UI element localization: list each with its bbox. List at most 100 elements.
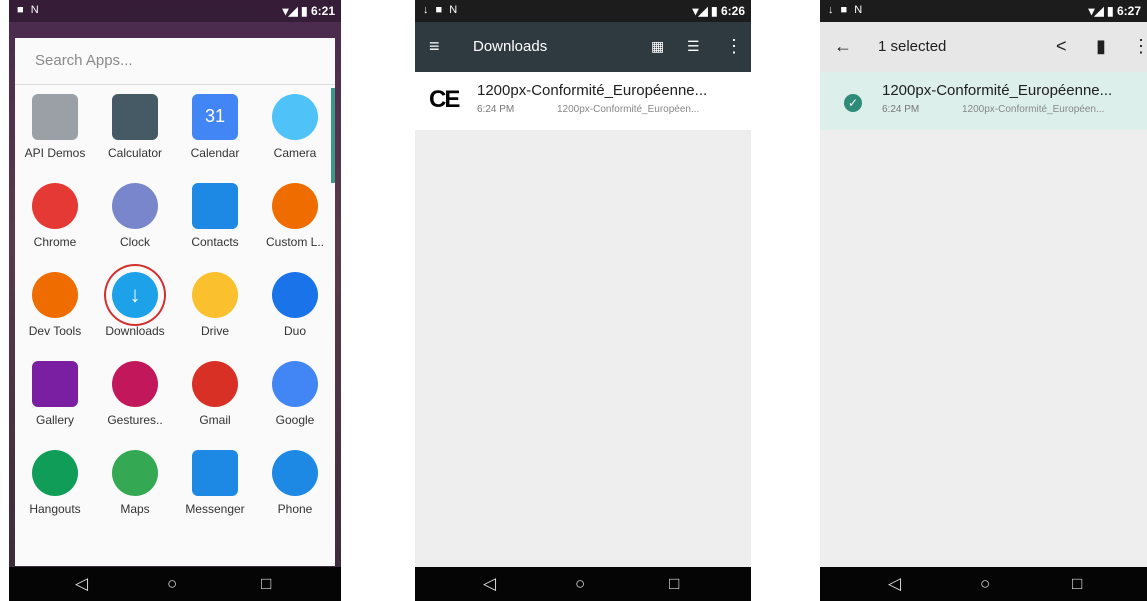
recents-icon[interactable]: □ bbox=[1072, 574, 1082, 594]
file-time: 6:24 PM bbox=[477, 104, 515, 115]
status-time: ▾◢ ▮ 6:26 bbox=[692, 4, 745, 18]
home-icon[interactable]: ○ bbox=[167, 574, 177, 594]
delete-icon[interactable]: ▮ bbox=[1096, 36, 1106, 57]
app-label: Phone bbox=[277, 502, 313, 516]
hangouts-icon bbox=[32, 450, 78, 496]
recents-icon[interactable]: □ bbox=[669, 574, 679, 594]
recents-icon[interactable]: □ bbox=[261, 574, 271, 594]
status-icons: ↓ ■ N bbox=[423, 4, 460, 16]
app-duo[interactable]: Duo bbox=[255, 264, 335, 354]
status-icons: ■ N bbox=[17, 4, 41, 16]
app-label: Downloads bbox=[105, 324, 165, 338]
app-label: Hangouts bbox=[29, 502, 81, 516]
app-google[interactable]: Google bbox=[255, 353, 335, 443]
app-calculator[interactable]: Calculator bbox=[95, 86, 175, 176]
app-label: Chrome bbox=[33, 235, 77, 249]
check-icon[interactable]: ✓ bbox=[844, 94, 862, 112]
downloads-selection-screen: ↓ ■ N ▾◢ ▮ 6:27 ← 1 selected < ▮ ⋮ ✓ 120… bbox=[820, 0, 1147, 601]
search-apps-input[interactable]: Search Apps... bbox=[15, 38, 335, 85]
downloads-screen: ↓ ■ N ▾◢ ▮ 6:26 ≡ Downloads ▦ ☰ ⋮ CE 120… bbox=[415, 0, 751, 601]
app-contacts[interactable]: Contacts bbox=[175, 175, 255, 265]
status-bar: ↓ ■ N ▾◢ ▮ 6:27 bbox=[820, 0, 1147, 22]
google-icon bbox=[272, 361, 318, 407]
app-label: Contacts bbox=[191, 235, 239, 249]
grid-view-icon[interactable]: ▦ bbox=[651, 38, 664, 55]
navigation-bar: ◁ ○ □ bbox=[820, 567, 1147, 601]
back-icon[interactable]: ◁ bbox=[75, 574, 88, 594]
more-options-icon[interactable]: ⋮ bbox=[725, 36, 743, 57]
back-arrow-icon[interactable]: ← bbox=[834, 36, 852, 57]
download-icon: ↓ bbox=[112, 272, 158, 318]
app-label: Clock bbox=[119, 235, 150, 249]
navigation-bar: ◁ ○ □ bbox=[9, 567, 341, 601]
app-label: Maps bbox=[120, 502, 150, 516]
messenger-icon bbox=[192, 450, 238, 496]
file-name: 1200px-Conformité_Européenne... bbox=[882, 82, 1113, 99]
app-maps[interactable]: Maps bbox=[95, 442, 175, 532]
file-summary: 1200px-Conformité_Européen... bbox=[962, 104, 1105, 115]
app-label: Camera bbox=[273, 146, 317, 160]
toolbar: ≡ Downloads ▦ ☰ ⋮ bbox=[415, 22, 751, 72]
gear-icon bbox=[272, 183, 318, 229]
app-drawer-screen: ■ N ▾◢ ▮ 6:21 Search Apps... API Demos Ca… bbox=[9, 0, 341, 601]
toolbar-title: Downloads bbox=[473, 38, 548, 55]
contacts-icon bbox=[192, 183, 238, 229]
app-gmail[interactable]: Gmail bbox=[175, 353, 255, 443]
status-icons: ↓ ■ N bbox=[828, 4, 865, 16]
clock-icon bbox=[112, 183, 158, 229]
app-label: Dev Tools bbox=[28, 324, 82, 338]
app-custom-l[interactable]: Custom L.. bbox=[255, 175, 335, 265]
app-calendar[interactable]: 31 Calendar bbox=[175, 86, 255, 176]
app-label: Drive bbox=[200, 324, 229, 338]
app-hangouts[interactable]: Hangouts bbox=[15, 442, 95, 532]
gallery-icon bbox=[32, 361, 78, 407]
app-label: Duo bbox=[283, 324, 306, 338]
app-api-demos[interactable]: API Demos bbox=[15, 86, 95, 176]
drive-icon bbox=[192, 272, 238, 318]
menu-icon[interactable]: ≡ bbox=[429, 36, 440, 57]
calendar-icon: 31 bbox=[192, 94, 238, 140]
file-summary: 1200px-Conformité_Européen... bbox=[557, 104, 700, 115]
app-label: Messenger bbox=[185, 502, 245, 516]
phone-icon bbox=[272, 450, 318, 496]
app-gallery[interactable]: Gallery bbox=[15, 353, 95, 443]
maps-icon bbox=[112, 450, 158, 496]
back-icon[interactable]: ◁ bbox=[483, 574, 496, 594]
app-chrome[interactable]: Chrome bbox=[15, 175, 95, 265]
file-list-item[interactable]: CE 1200px-Conformité_Européenne... 6:24 … bbox=[415, 72, 751, 130]
app-label: Google bbox=[275, 413, 315, 427]
calculator-icon bbox=[112, 94, 158, 140]
selection-toolbar: ← 1 selected < ▮ ⋮ bbox=[820, 22, 1147, 72]
app-drive[interactable]: Drive bbox=[175, 264, 255, 354]
app-label: Gmail bbox=[199, 413, 231, 427]
file-time: 6:24 PM bbox=[882, 104, 920, 115]
status-bar: ■ N ▾◢ ▮ 6:21 bbox=[9, 0, 341, 22]
app-label: Custom L.. bbox=[265, 235, 325, 249]
status-time: ▾◢ ▮ 6:27 bbox=[1088, 4, 1141, 18]
app-gestures[interactable]: Gestures.. bbox=[95, 353, 175, 443]
file-name: 1200px-Conformité_Européenne... bbox=[477, 82, 708, 99]
back-icon[interactable]: ◁ bbox=[888, 574, 901, 594]
app-camera[interactable]: Camera bbox=[255, 86, 335, 176]
app-drawer: Search Apps... API Demos Calculator 31 Cale… bbox=[15, 38, 335, 566]
share-icon[interactable]: < bbox=[1056, 36, 1067, 57]
more-options-icon[interactable]: ⋮ bbox=[1132, 36, 1147, 57]
home-icon[interactable]: ○ bbox=[575, 574, 585, 594]
dev-tools-gear-icon bbox=[32, 272, 78, 318]
app-clock[interactable]: Clock bbox=[95, 175, 175, 265]
sort-icon[interactable]: ☰ bbox=[687, 38, 700, 55]
home-icon[interactable]: ○ bbox=[980, 574, 990, 594]
gestures-icon bbox=[112, 361, 158, 407]
calendar-date: 31 bbox=[204, 106, 226, 126]
download-arrow-icon: ↓ bbox=[129, 282, 141, 307]
file-list-item-selected[interactable]: ✓ 1200px-Conformité_Européenne... 6:24 P… bbox=[820, 72, 1147, 130]
app-phone[interactable]: Phone bbox=[255, 442, 335, 532]
app-messenger[interactable]: Messenger bbox=[175, 442, 255, 532]
navigation-bar: ◁ ○ □ bbox=[415, 567, 751, 601]
app-dev-tools[interactable]: Dev Tools bbox=[15, 264, 95, 354]
search-placeholder: Search Apps... bbox=[35, 52, 133, 69]
app-label: API Demos bbox=[24, 146, 86, 160]
app-label: Calendar bbox=[190, 146, 240, 160]
app-downloads[interactable]: ↓ Downloads bbox=[95, 264, 175, 354]
camera-icon bbox=[272, 94, 318, 140]
